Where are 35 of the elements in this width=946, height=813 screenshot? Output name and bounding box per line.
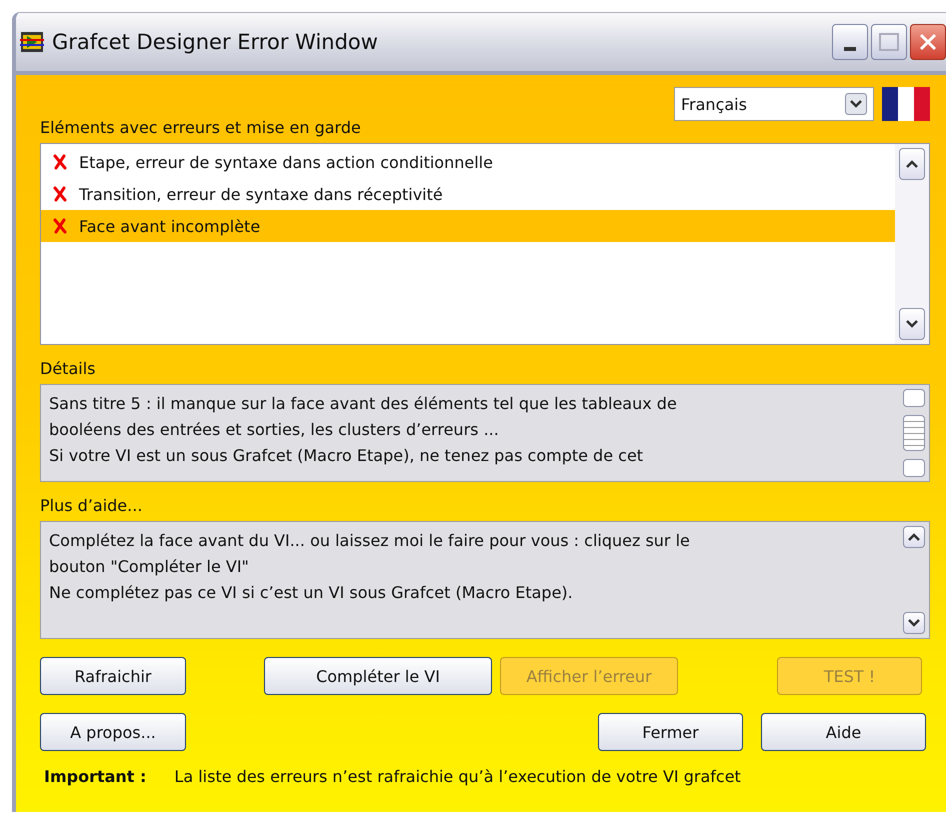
details-text: Sans titre 5 : il manque sur la face avant des éléments tel que les tableaux de <box>49 393 678 415</box>
app-icon <box>20 31 44 53</box>
close-button[interactable] <box>910 24 946 60</box>
chevron-down-icon <box>904 318 920 330</box>
language-dropdown[interactable]: Français <box>674 87 874 121</box>
help-text: Complétez la face avant du VI... ou laissez moi le faire pour vous : cliquez sur le <box>49 530 691 552</box>
scrollbar[interactable] <box>895 144 929 344</box>
action-button[interactable]: A propos... <box>40 713 186 751</box>
list-label: Eléments avec erreurs et mise en garde <box>40 118 361 139</box>
action-button[interactable]: Fermer <box>598 713 743 751</box>
chevron-up-icon <box>907 532 921 542</box>
close-icon <box>917 31 939 53</box>
error-list-item[interactable]: Face avant incomplète <box>41 210 895 242</box>
details-label: Détails <box>40 359 96 380</box>
important-label: Important : <box>44 767 146 786</box>
error-list-item[interactable]: Etape, erreur de syntaxe dans action conditionnelle <box>41 146 895 178</box>
details-text: booléens des entrées et sorties, les clusters d’erreurs ... <box>49 419 500 441</box>
maximize-button[interactable] <box>871 24 907 60</box>
error-icon <box>53 218 67 234</box>
flag-icon <box>882 87 930 121</box>
error-icon <box>53 154 67 170</box>
minimize-button[interactable] <box>832 24 868 60</box>
help-text: bouton "Compléter le VI" <box>49 556 250 578</box>
action-button[interactable]: Rafraichir <box>40 657 186 695</box>
help-label: Plus d’aide... <box>40 496 144 517</box>
window-title: Grafcet Designer Error Window <box>52 30 378 54</box>
error-list-item[interactable]: Transition, erreur de syntaxe dans réceptivité <box>41 178 895 210</box>
footer-note: La liste des erreurs n’est rafraichie qu’à l’execution de votre VI grafcet <box>174 767 741 786</box>
details-text: Si votre VI est un sous Grafcet (Macro Etape), ne tenez pas compte de cet <box>49 445 644 467</box>
action-button[interactable]: Aide <box>761 713 926 751</box>
chevron-down-icon <box>907 618 921 628</box>
chevron-up-icon <box>904 158 920 170</box>
error-icon <box>53 186 67 202</box>
help-text: Ne complétez pas ce VI si c’est un VI sous Grafcet (Macro Etape). <box>49 582 574 604</box>
action-button[interactable]: Compléter le VI <box>264 657 492 695</box>
